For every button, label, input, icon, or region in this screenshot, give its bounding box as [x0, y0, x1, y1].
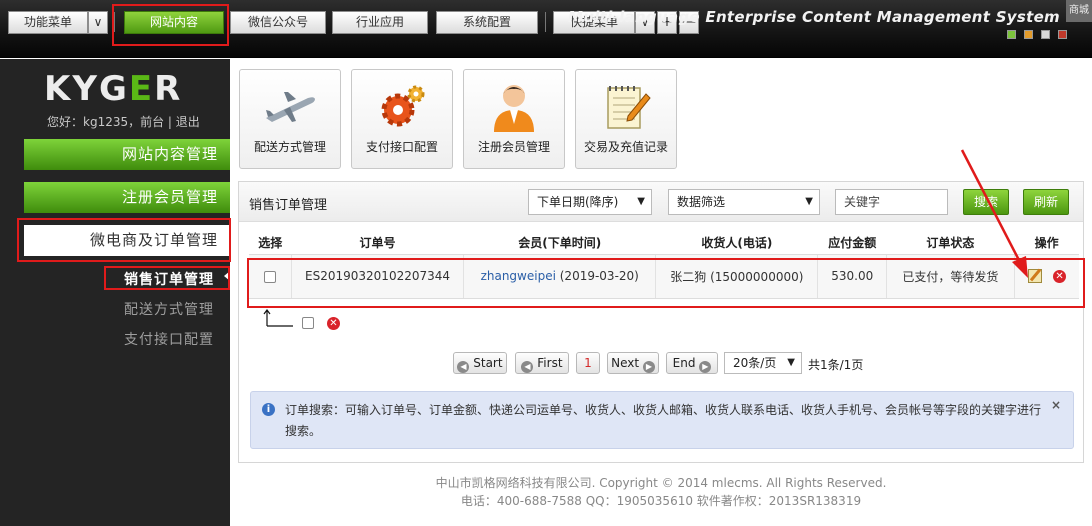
- theme-orange-swatch[interactable]: [1024, 30, 1033, 39]
- annotation-arrow-icon: [960, 149, 1028, 278]
- sidebar-subitem-delivery[interactable]: 配送方式管理: [104, 299, 230, 319]
- sidebar-subitem-payment[interactable]: 支付接口配置: [104, 329, 230, 349]
- page-end-button[interactable]: End ▶: [666, 352, 718, 374]
- sidebar-item-site-content[interactable]: 网站内容管理: [24, 139, 230, 170]
- filter-select[interactable]: 数据筛选 ▼: [668, 189, 820, 215]
- chevron-down-icon: ∨: [93, 15, 103, 29]
- next-icon: ▶: [642, 361, 655, 373]
- col-amount[interactable]: 应付金额: [818, 232, 887, 254]
- first-icon: ◀: [521, 361, 534, 373]
- footer-contact: 电话：400-688-7588 QQ：1905035610 软件著作权：2013…: [460, 494, 862, 508]
- per-page-select[interactable]: 20条/页 ▼: [724, 352, 802, 374]
- theme-red-swatch[interactable]: [1058, 30, 1067, 39]
- close-icon[interactable]: ×: [1051, 398, 1061, 412]
- shortcut-members[interactable]: 注册会员管理: [463, 69, 565, 169]
- highlight-box-sales: [104, 266, 230, 290]
- theme-gray-swatch[interactable]: [1041, 30, 1050, 39]
- logo: KYGER: [44, 69, 183, 109]
- page-next-button[interactable]: Next ▶: [607, 352, 659, 374]
- shortcut-transactions[interactable]: 交易及充值记录: [575, 69, 677, 169]
- system-title: Multi-language Enterprise Content Manage…: [568, 8, 1060, 26]
- sort-select[interactable]: 下单日期(降序) ▼: [528, 189, 652, 215]
- tab-system-config[interactable]: 系统配置: [436, 11, 538, 34]
- page-current[interactable]: 1: [576, 352, 600, 374]
- col-select: 选择: [258, 236, 283, 251]
- user-icon: [494, 85, 534, 132]
- bulk-delete-icon[interactable]: ✕: [327, 317, 340, 330]
- theme-green-swatch[interactable]: [1007, 30, 1016, 39]
- highlight-box-tab: [112, 4, 229, 46]
- corner-tag[interactable]: 商城: [1066, 0, 1092, 22]
- select-all-checkbox[interactable]: [302, 317, 314, 329]
- sidebar: KYGER 您好：kg1235，前台 | 退出 网站内容管理 注册会员管理 微电…: [0, 59, 230, 526]
- highlight-box-ecommerce: [17, 218, 231, 262]
- col-member[interactable]: 会员(下单时间): [464, 232, 656, 254]
- gear-icon: [381, 85, 425, 127]
- dropdown-arrow-icon: ▼: [637, 196, 645, 207]
- welcome-text[interactable]: 您好：kg1235，前台 | 退出: [47, 113, 200, 130]
- col-order-no[interactable]: 订单号: [292, 232, 464, 254]
- page-first-button[interactable]: ◀ First: [515, 352, 569, 374]
- dropdown-arrow-icon: ▼: [787, 357, 795, 368]
- function-menu-button[interactable]: 功能菜单: [8, 11, 88, 34]
- page-start-button[interactable]: ◀ Start: [453, 352, 507, 374]
- shortcut-delivery[interactable]: 配送方式管理: [239, 69, 341, 169]
- end-icon: ▶: [699, 361, 712, 373]
- notepad-icon: [607, 86, 651, 129]
- col-receiver[interactable]: 收货人(电话): [656, 232, 818, 254]
- panel-title: 销售订单管理: [249, 198, 328, 213]
- info-box: i 订单搜索：可输入订单号、订单金额、快递公司运单号、收货人、收货人邮箱、收货人…: [250, 391, 1074, 449]
- separator: [545, 12, 546, 32]
- bulk-arrow-icon: [263, 309, 293, 327]
- info-icon: i: [262, 403, 275, 416]
- tab-wechat[interactable]: 微信公众号: [230, 11, 326, 34]
- footer-copyright: 中山市凯格网络科技有限公司. Copyright © 2014 mlecms. …: [435, 476, 887, 490]
- page-summary: 共1条/1页: [808, 358, 864, 372]
- info-text: 订单搜索：可输入订单号、订单金额、快递公司运单号、收货人、收货人邮箱、收货人联系…: [285, 403, 1042, 438]
- keyword-input[interactable]: 关键字: [835, 189, 948, 215]
- start-icon: ◀: [457, 361, 470, 373]
- dropdown-arrow-icon: ▼: [805, 196, 813, 207]
- airplane-icon: [266, 92, 315, 122]
- tab-industry[interactable]: 行业应用: [332, 11, 428, 34]
- function-menu-dropdown[interactable]: ∨: [88, 11, 108, 34]
- shortcut-payment[interactable]: 支付接口配置: [351, 69, 453, 169]
- sidebar-item-members[interactable]: 注册会员管理: [24, 182, 230, 213]
